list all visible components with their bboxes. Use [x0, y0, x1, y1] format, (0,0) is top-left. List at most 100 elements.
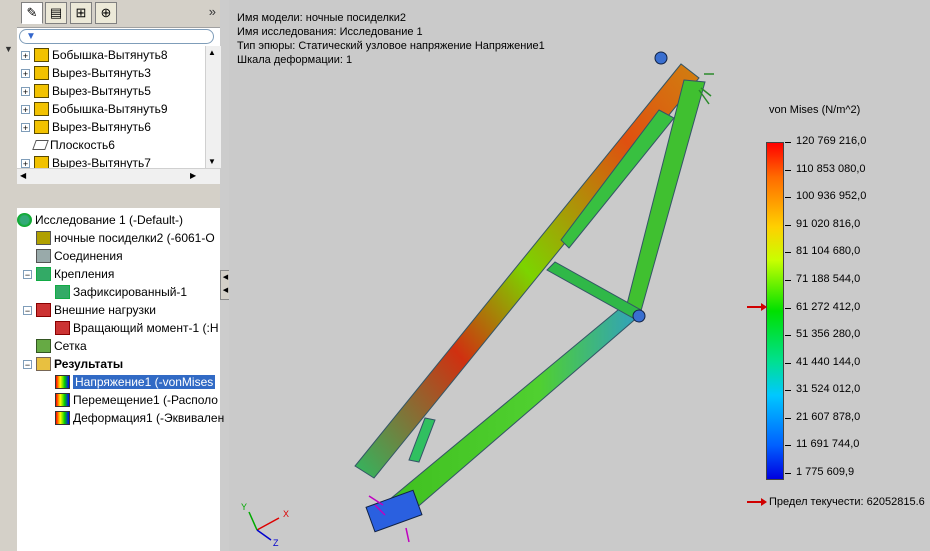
study-label: Исследование 1 (-Default-): [35, 213, 183, 227]
displacement-plot-icon: [55, 393, 70, 407]
boss-extrude-icon: [34, 48, 49, 62]
fixtures-label: Крепления: [54, 267, 115, 281]
feature-item[interactable]: Плоскость6: [32, 136, 115, 154]
legend-tick-mark: [785, 473, 791, 474]
fixed-node[interactable]: Зафиксированный-1: [55, 283, 187, 301]
part-node[interactable]: ночные посиделки2 (-6061-O: [36, 229, 215, 247]
stress-color-bar: [766, 142, 784, 480]
scroll-right-icon[interactable]: ▶: [190, 171, 196, 180]
feature-manager-tab[interactable]: ✎: [21, 2, 43, 24]
scroll-left-icon[interactable]: ◀: [20, 171, 26, 180]
legend-tick-label: 91 020 816,0: [796, 217, 861, 230]
external-loads-label: Внешние нагрузки: [54, 303, 156, 317]
collapse-icon[interactable]: −: [23, 359, 32, 369]
feature-tree-scrollbar[interactable]: ▲ ▼: [205, 46, 221, 168]
feature-item[interactable]: + Вырез-Вытянуть5: [21, 82, 151, 100]
feature-label: Вырез-Вытянуть7: [52, 156, 151, 168]
feature-item[interactable]: + Вырез-Вытянуть7: [21, 154, 151, 168]
results-label: Результаты: [54, 357, 124, 371]
cut-extrude-icon: [34, 120, 49, 134]
plane-icon: [32, 140, 49, 150]
dimxpert-tab[interactable]: ⊕: [95, 2, 117, 24]
study-icon: [17, 213, 32, 227]
legend-tick-label: 71 188 544,0: [796, 272, 861, 285]
torque-icon: [55, 321, 70, 335]
legend-tick-mark: [785, 142, 791, 143]
cut-extrude-icon: [34, 84, 49, 98]
left-edge-strip: ▼: [0, 0, 18, 551]
connections-node[interactable]: Соединения: [36, 247, 123, 265]
expand-icon[interactable]: +: [21, 68, 30, 78]
feature-label: Вырез-Вытянуть6: [52, 120, 151, 134]
legend-tick-mark: [785, 252, 791, 254]
top-joint: [654, 51, 668, 65]
configuration-manager-tab[interactable]: ⊞: [70, 2, 92, 24]
fixed-geometry-icon: [55, 285, 70, 299]
displacement-plot-node[interactable]: Перемещение1 (-Располо: [55, 391, 218, 409]
external-loads-node[interactable]: − Внешние нагрузки: [23, 301, 156, 319]
expand-icon[interactable]: +: [21, 122, 30, 132]
displacement-plot-label: Перемещение1 (-Располо: [73, 393, 218, 407]
boss-extrude-icon: [34, 102, 49, 116]
feature-item[interactable]: + Вырез-Вытянуть6: [21, 118, 151, 136]
expand-icon[interactable]: +: [21, 158, 30, 168]
fixtures-node[interactable]: − Крепления: [23, 265, 114, 283]
expand-icon[interactable]: +: [21, 86, 30, 96]
legend-tick-mark: [785, 390, 791, 392]
fixtures-icon: [36, 267, 51, 281]
filter-input[interactable]: ▼: [19, 29, 214, 44]
property-manager-tab[interactable]: ▤: [45, 2, 67, 24]
legend-tick-label: 61 272 412,0: [796, 300, 861, 313]
results-folder-icon: [36, 357, 51, 371]
cross-brace: [546, 261, 642, 319]
collapse-icon[interactable]: −: [23, 269, 32, 279]
legend-tick-mark: [785, 445, 791, 447]
feature-item[interactable]: + Вырез-Вытянуть3: [21, 64, 151, 82]
torque-node[interactable]: Вращающий момент-1 (:Н: [55, 319, 218, 337]
triad-z-label: Z: [273, 538, 279, 548]
horizontal-scrollbar[interactable]: ◀ ▶: [17, 168, 220, 184]
mesh-node[interactable]: Сетка: [36, 337, 87, 355]
expand-icon[interactable]: +: [21, 50, 30, 60]
pane-splitter[interactable]: [17, 184, 220, 208]
triad-x-label: X: [283, 509, 289, 519]
manager-tab-bar: ✎ ▤ ⊞ ⊕ »: [17, 0, 220, 28]
legend-tick-label: 21 607 878,0: [796, 410, 861, 423]
legend-tick-label: 120 769 216,0: [796, 135, 867, 147]
feature-manager-panel: ✎ ▤ ⊞ ⊕ » ▼ + Бобышка-Вытянуть8 + Вырез-Вы…: [17, 0, 224, 551]
strain-plot-icon: [55, 411, 70, 425]
connections-label: Соединения: [54, 249, 123, 263]
legend-tick-mark: [785, 169, 791, 171]
more-tabs-button[interactable]: »: [209, 4, 216, 19]
feature-label: Вырез-Вытянуть5: [52, 84, 151, 98]
graphics-viewport[interactable]: Имя модели: ночные посиделки2 Имя исслед…: [229, 0, 930, 551]
stress-plot-node[interactable]: Напряжение1 (-vonMises: [55, 373, 216, 391]
feature-item[interactable]: + Бобышка-Вытянуть9: [21, 100, 168, 118]
feature-tree-list: + Бобышка-Вытянуть8 + Вырез-Вытянуть3 + Выр…: [17, 46, 205, 168]
legend-tick-label: 110 853 080,0: [796, 162, 866, 175]
connections-icon: [36, 249, 51, 263]
fixed-label: Зафиксированный-1: [73, 285, 188, 299]
study-node[interactable]: Исследование 1 (-Default-): [17, 211, 183, 229]
stress-plot-icon: [55, 375, 70, 389]
cut-extrude-icon: [34, 66, 49, 80]
feature-item[interactable]: + Бобышка-Вытянуть8: [21, 46, 168, 64]
legend-tick-mark: [785, 224, 791, 226]
part-icon: [36, 231, 51, 245]
collapse-icon[interactable]: −: [23, 305, 32, 315]
coordinate-triad: X Y Z: [241, 502, 289, 548]
mesh-icon: [36, 339, 51, 353]
strain-plot-node[interactable]: Деформация1 (-Эквивален: [55, 409, 224, 427]
legend-tick-label: 51 356 280,0: [796, 328, 861, 341]
legend-tick-mark: [785, 417, 791, 419]
expand-icon[interactable]: +: [21, 104, 30, 114]
scroll-up-icon[interactable]: ▲: [208, 48, 216, 57]
scroll-down-icon[interactable]: ▼: [208, 157, 216, 166]
feature-label: Бобышка-Вытянуть8: [52, 48, 168, 62]
filter-icon: ▼: [26, 31, 36, 42]
triad-y-label: Y: [241, 502, 247, 512]
dropdown-arrow-icon[interactable]: ▼: [4, 44, 13, 54]
yield-strength-text: Предел текучести: 62052815.6: [769, 496, 925, 508]
results-node[interactable]: − Результаты: [23, 355, 123, 373]
legend-tick-mark: [785, 362, 791, 364]
